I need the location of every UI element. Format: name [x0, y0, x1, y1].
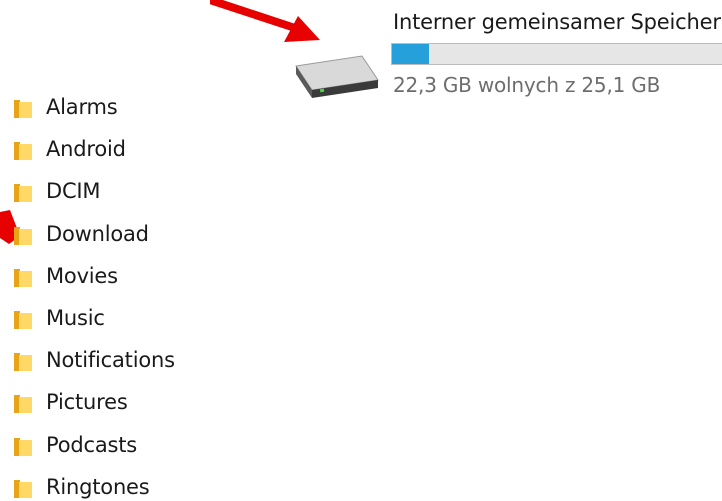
folder-item-ringtones[interactable]: Ringtones: [0, 467, 260, 501]
annotation-arrow-drive: [210, 0, 320, 42]
folder-icon: [14, 353, 32, 372]
folder-item-alarms[interactable]: Alarms: [0, 87, 260, 129]
folder-icon: [14, 184, 32, 203]
folder-item-podcasts[interactable]: Podcasts: [0, 425, 260, 467]
drive-name[interactable]: Interner gemeinsamer Speicher: [393, 10, 721, 34]
folder-label: Podcasts: [46, 432, 138, 457]
folder-icon: [14, 142, 32, 161]
folder-item-download[interactable]: Download: [0, 214, 260, 256]
folder-item-music[interactable]: Music: [0, 298, 260, 340]
folder-label: DCIM: [46, 179, 101, 204]
folder-icon: [14, 268, 32, 287]
folder-icon: [14, 395, 32, 414]
folder-label: Alarms: [46, 95, 118, 119]
folder-item-pictures[interactable]: Pictures: [0, 382, 260, 424]
folder-item-notifications[interactable]: Notifications: [0, 340, 260, 382]
folder-label: Pictures: [46, 390, 128, 415]
folder-icon: [14, 100, 32, 118]
folder-icon: [14, 479, 32, 498]
folder-label: Ringtones: [46, 474, 150, 499]
folder-label: Download: [46, 221, 149, 246]
hard-drive-icon[interactable]: [286, 52, 382, 100]
folder-label: Music: [46, 305, 105, 330]
folder-item-movies[interactable]: Movies: [0, 256, 260, 298]
folder-item-dcim[interactable]: DCIM: [0, 171, 260, 213]
explorer-view: Interner gemeinsamer Speicher 22,3 GB wo…: [0, 0, 722, 501]
folder-icon: [14, 310, 32, 329]
folder-label: Movies: [46, 263, 118, 288]
folder-list: Alarms Android DCIM Download Movies Musi…: [0, 87, 260, 501]
drive-free-space: 22,3 GB wolnych z 25,1 GB: [393, 73, 661, 97]
folder-icon: [14, 226, 32, 245]
folder-label: Android: [46, 137, 126, 162]
folder-item-android[interactable]: Android: [0, 129, 260, 171]
folder-icon: [14, 437, 32, 456]
capacity-bar: [391, 43, 722, 65]
capacity-bar-fill: [392, 44, 430, 64]
folder-label: Notifications: [46, 348, 175, 373]
